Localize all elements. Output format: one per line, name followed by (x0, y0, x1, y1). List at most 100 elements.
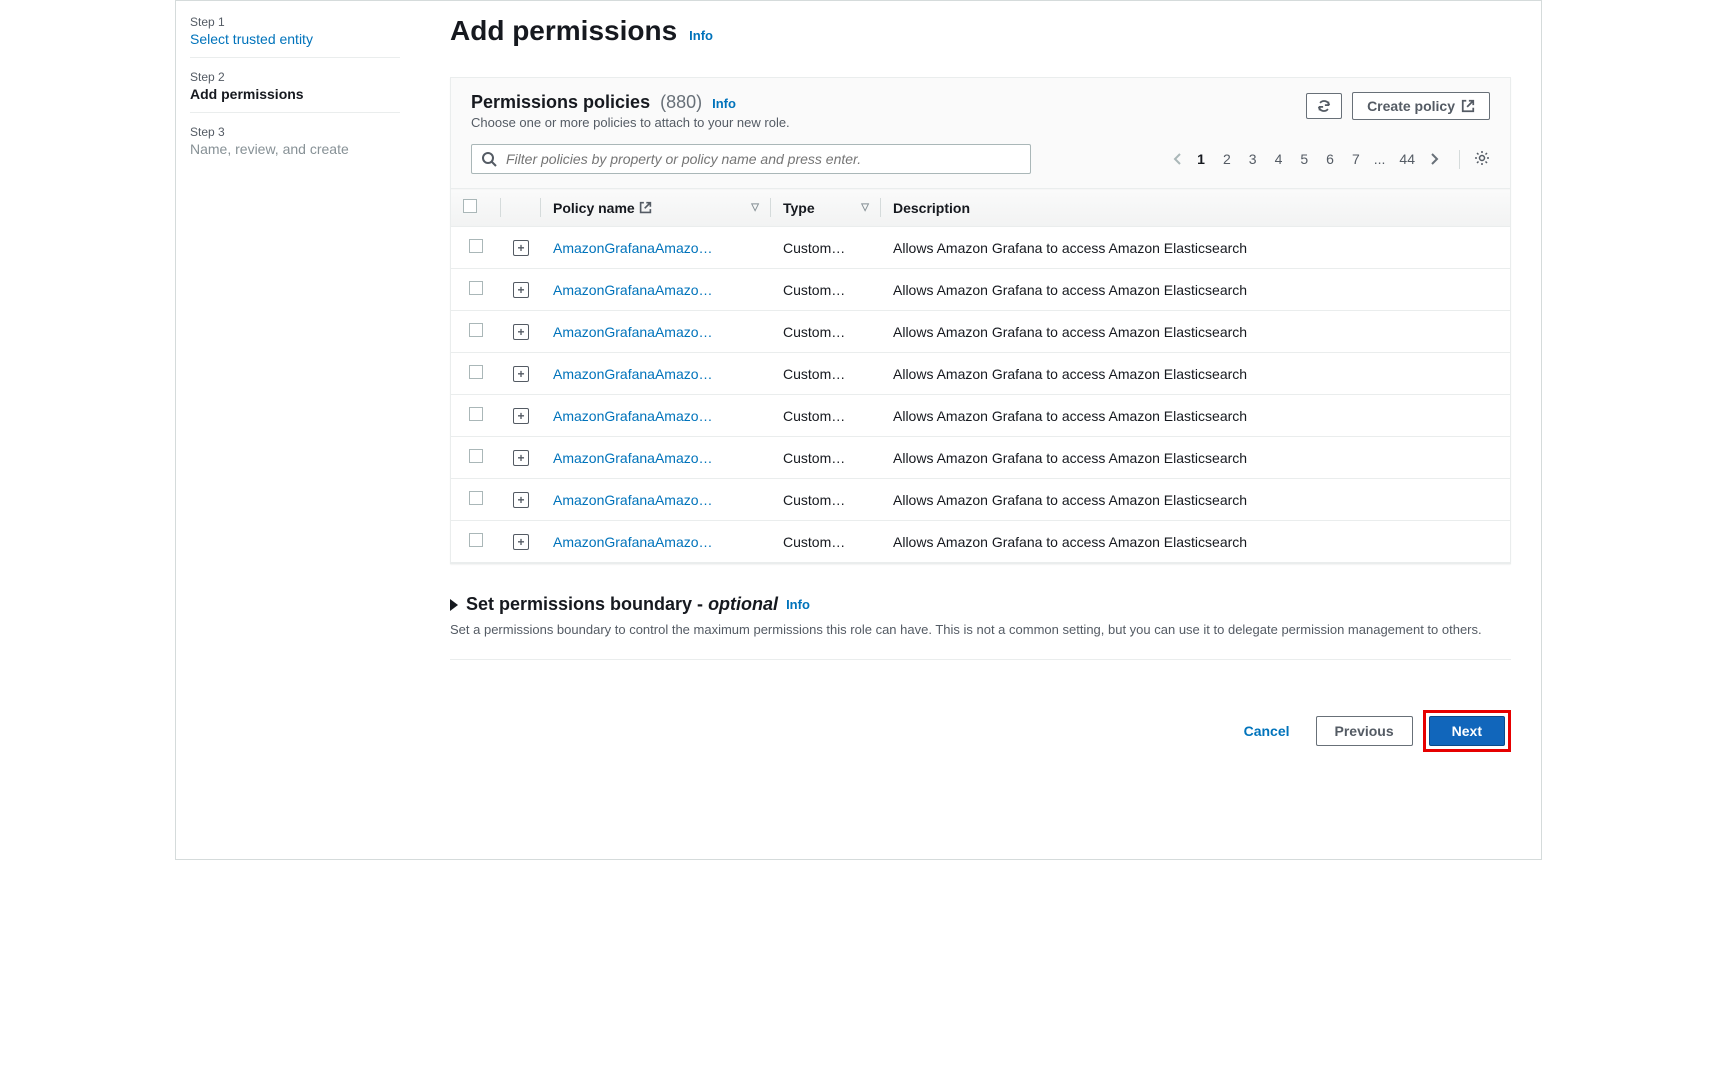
create-policy-label: Create policy (1367, 98, 1455, 114)
expand-row-icon[interactable]: + (513, 282, 529, 298)
page-number[interactable]: 6 (1322, 149, 1338, 169)
refresh-icon (1317, 99, 1331, 113)
page-number[interactable]: 5 (1296, 149, 1312, 169)
policy-type: Custom… (783, 534, 845, 550)
policy-description: Allows Amazon Grafana to access Amazon E… (893, 240, 1247, 256)
policy-name-link[interactable]: AmazonGrafanaAmazo… (553, 450, 713, 466)
policy-description: Allows Amazon Grafana to access Amazon E… (893, 408, 1247, 424)
expand-row-icon[interactable]: + (513, 408, 529, 424)
policies-table: Policy name ▽ Type ▽ (451, 188, 1510, 563)
policy-description: Allows Amazon Grafana to access Amazon E… (893, 450, 1247, 466)
table-row: + AmazonGrafanaAmazo… Custom… Allows Amazon… (451, 395, 1510, 437)
search-icon (481, 151, 497, 167)
col-header-type[interactable]: Type (783, 200, 815, 216)
row-checkbox[interactable] (469, 323, 483, 337)
page-number[interactable]: 44 (1395, 149, 1419, 169)
policy-search[interactable] (471, 144, 1031, 174)
table-row: + AmazonGrafanaAmazo… Custom… Allows Amazon… (451, 269, 1510, 311)
info-link[interactable]: Info (712, 96, 736, 111)
gear-icon (1474, 150, 1490, 166)
table-row: + AmazonGrafanaAmazo… Custom… Allows Amazon… (451, 437, 1510, 479)
policy-type: Custom… (783, 240, 845, 256)
policy-description: Allows Amazon Grafana to access Amazon E… (893, 282, 1247, 298)
row-checkbox[interactable] (469, 449, 483, 463)
page-number[interactable]: 4 (1271, 149, 1287, 169)
previous-button[interactable]: Previous (1316, 716, 1413, 746)
footer-actions: Cancel Previous Next (450, 710, 1511, 752)
permissions-policies-panel: Permissions policies (880) Info Choose o… (450, 77, 1511, 564)
expand-row-icon[interactable]: + (513, 324, 529, 340)
expand-row-icon[interactable]: + (513, 366, 529, 382)
row-checkbox[interactable] (469, 491, 483, 505)
policy-search-input[interactable] (471, 144, 1031, 174)
boundary-optional: optional (708, 594, 778, 614)
page-number[interactable]: 3 (1245, 149, 1261, 169)
row-checkbox[interactable] (469, 533, 483, 547)
page-title: Add permissions (450, 15, 677, 47)
step-label: Step 1 (190, 15, 400, 29)
page-number[interactable]: 1 (1193, 149, 1209, 169)
step-title: Name, review, and create (190, 141, 400, 157)
panel-title: Permissions policies (471, 92, 650, 113)
permissions-boundary-section: Set permissions boundary - optional Info… (450, 594, 1511, 660)
policy-type: Custom… (783, 324, 845, 340)
table-row: +AmazonGrafanaAmazo…Custom…Allows Amazon… (451, 521, 1510, 563)
policy-name-link[interactable]: AmazonGrafanaAmazo… (553, 408, 713, 424)
refresh-button[interactable] (1306, 93, 1342, 119)
external-link-icon (639, 201, 652, 214)
policy-name-link[interactable]: AmazonGrafanaAmazo… (553, 240, 713, 256)
page-next-icon[interactable] (1429, 152, 1439, 166)
panel-count: (880) (660, 92, 702, 113)
step-label: Step 2 (190, 70, 400, 84)
table-row: + AmazonGrafanaAmazo… Custom… Allows Amazon… (451, 227, 1510, 269)
next-button-highlight: Next (1423, 710, 1511, 752)
page-number[interactable]: 2 (1219, 149, 1235, 169)
policy-description: Allows Amazon Grafana to access Amazon E… (893, 366, 1247, 382)
cancel-button[interactable]: Cancel (1228, 717, 1306, 745)
boundary-title: Set permissions boundary - (466, 594, 708, 614)
row-checkbox[interactable] (469, 365, 483, 379)
external-link-icon (1461, 99, 1475, 113)
info-link[interactable]: Info (689, 28, 713, 43)
policy-type: Custom… (783, 408, 845, 424)
policy-type: Custom… (783, 366, 845, 382)
wizard-sidebar: Step 1 Select trusted entity Step 2 Add … (176, 1, 420, 859)
row-checkbox[interactable] (469, 281, 483, 295)
next-button[interactable]: Next (1429, 716, 1505, 746)
policy-type: Custom… (783, 282, 845, 298)
expand-row-icon[interactable]: + (513, 450, 529, 466)
boundary-description: Set a permissions boundary to control th… (450, 621, 1511, 639)
table-row: + AmazonGrafanaAmazo… Custom… Allows Amazon… (451, 311, 1510, 353)
policy-type: Custom… (783, 492, 845, 508)
expand-row-icon[interactable]: + (513, 240, 529, 256)
policy-name-link[interactable]: AmazonGrafanaAmazo… (553, 282, 713, 298)
policy-name-link[interactable]: AmazonGrafanaAmazo… (553, 324, 713, 340)
create-policy-button[interactable]: Create policy (1352, 92, 1490, 120)
page-prev-icon[interactable] (1173, 152, 1183, 166)
wizard-step-3: Step 3 Name, review, and create (190, 125, 400, 167)
policy-name-link[interactable]: AmazonGrafanaAmazo… (553, 534, 713, 550)
policy-description: Allows Amazon Grafana to access Amazon E… (893, 324, 1247, 340)
permissions-boundary-toggle[interactable]: Set permissions boundary - optional Info (450, 594, 1511, 615)
expand-row-icon[interactable]: + (513, 492, 529, 508)
wizard-step-2: Step 2 Add permissions (190, 70, 400, 113)
select-all-checkbox[interactable] (463, 199, 477, 213)
policy-name-link[interactable]: AmazonGrafanaAmazo… (553, 366, 713, 382)
row-checkbox[interactable] (469, 239, 483, 253)
sort-icon[interactable]: ▽ (861, 202, 869, 213)
row-checkbox[interactable] (469, 407, 483, 421)
step-label: Step 3 (190, 125, 400, 139)
col-header-name[interactable]: Policy name (553, 200, 635, 216)
step-title[interactable]: Select trusted entity (190, 31, 400, 47)
panel-subtitle: Choose one or more policies to attach to… (471, 115, 790, 130)
sort-icon[interactable]: ▽ (751, 202, 759, 213)
pagination: 1 2 3 4 5 6 7 ... 44 (1173, 149, 1490, 169)
wizard-step-1[interactable]: Step 1 Select trusted entity (190, 15, 400, 58)
page-number[interactable]: 7 (1348, 149, 1364, 169)
info-link[interactable]: Info (786, 597, 810, 612)
table-settings-button[interactable] (1459, 150, 1490, 169)
expand-row-icon[interactable]: + (513, 534, 529, 550)
policy-type: Custom… (783, 450, 845, 466)
page-ellipsis: ... (1374, 151, 1386, 167)
policy-name-link[interactable]: AmazonGrafanaAmazo… (553, 492, 713, 508)
